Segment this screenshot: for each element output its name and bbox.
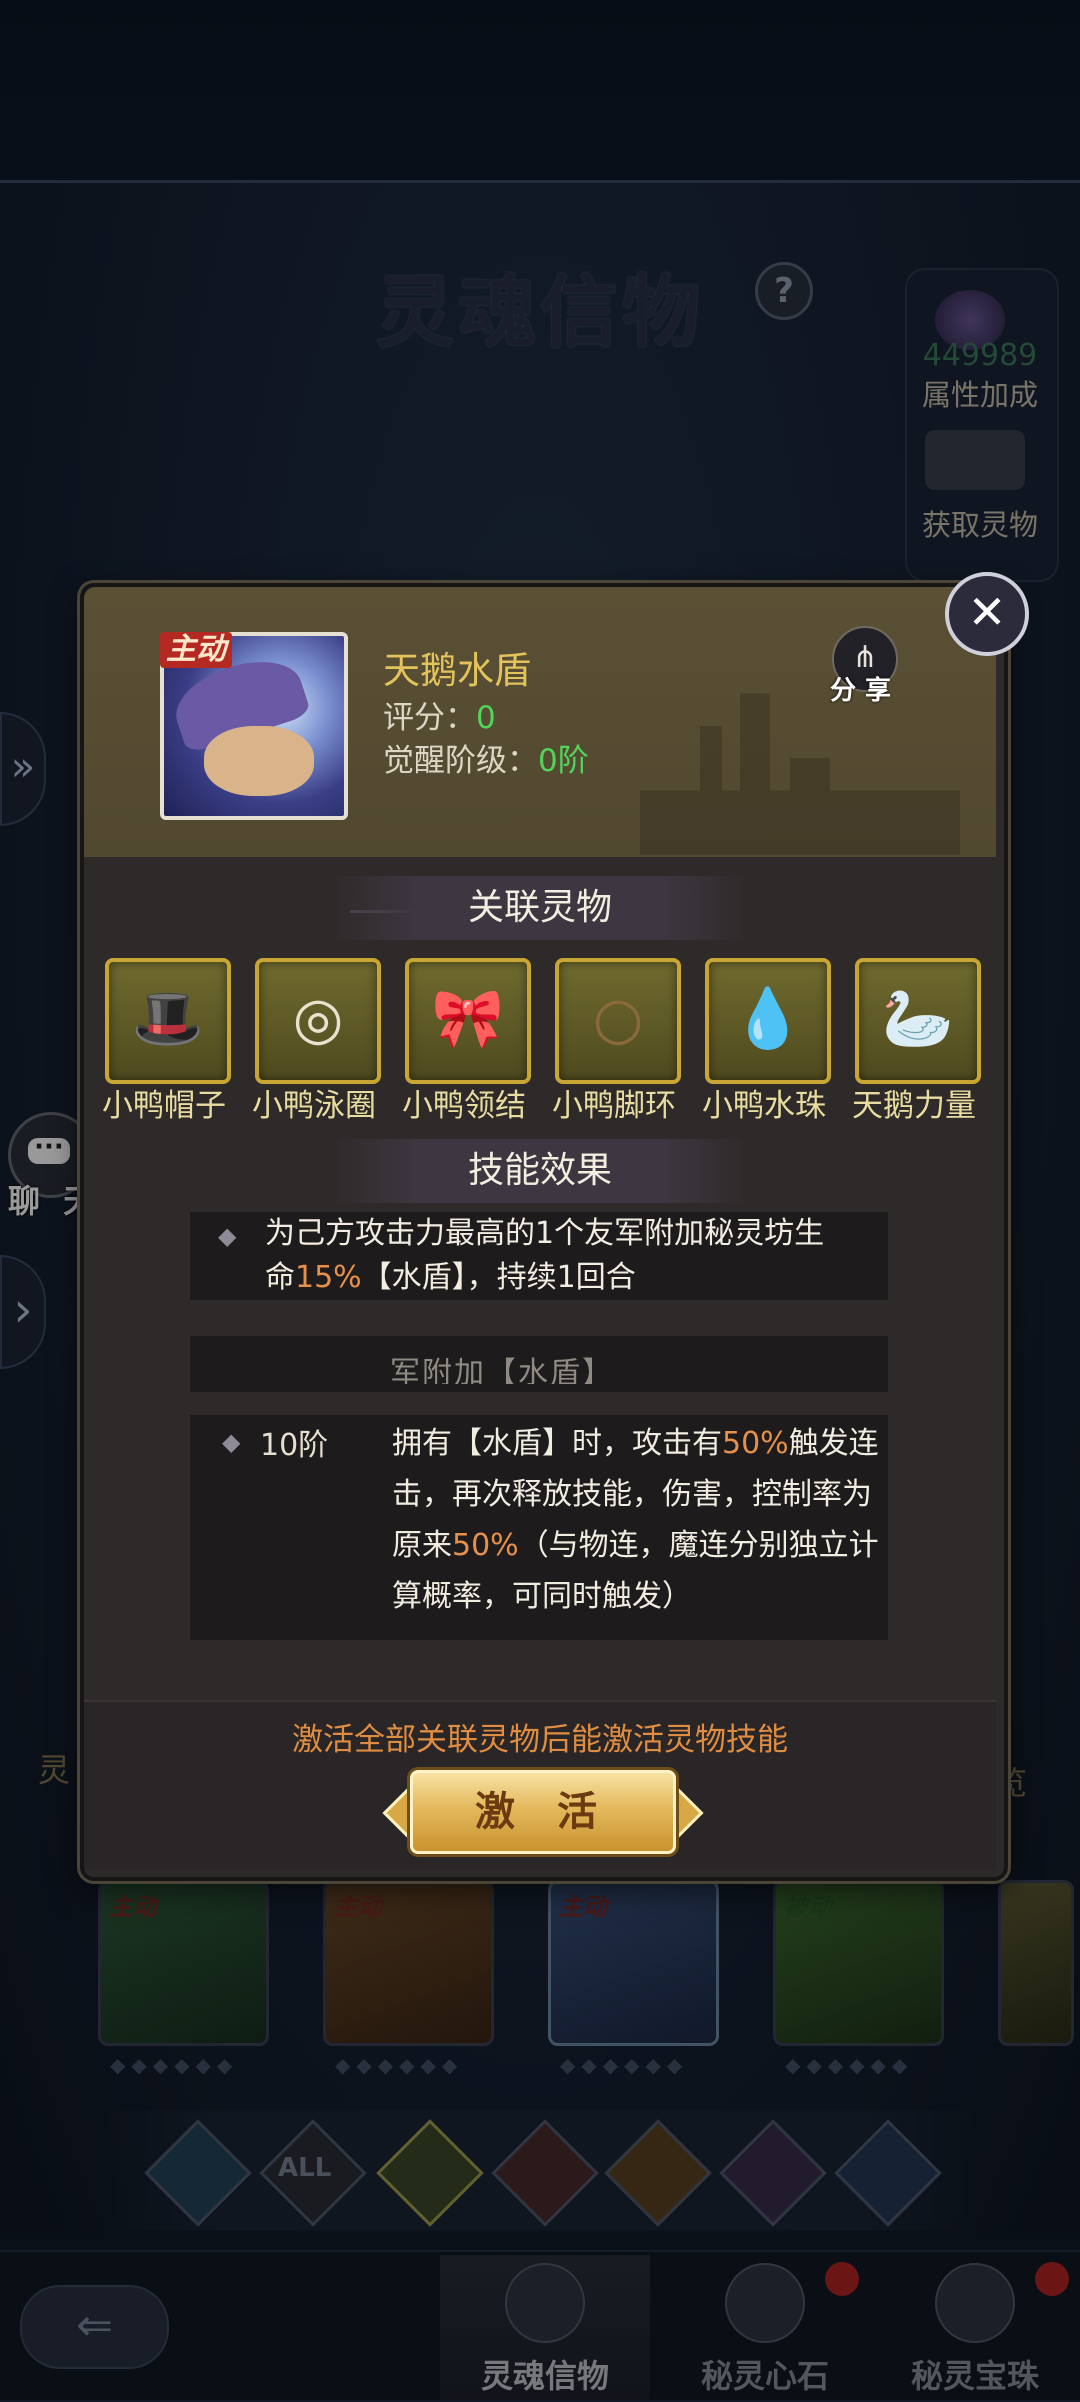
related-item-label: 小鸭水珠 [702, 1088, 826, 1124]
awaken-value: 0阶 [538, 743, 589, 779]
score-value: 0 [476, 700, 496, 736]
level-effect-text: 拥有【水盾】时，攻击有50%触发连击，再次释放技能，伤害，控制率为原来50%（与… [392, 1426, 879, 1614]
related-item-label: 小鸭泳圈 [252, 1088, 376, 1124]
level-tag: 10阶 [260, 1428, 329, 1463]
related-items-title: 关联灵物 [335, 876, 745, 940]
portrait-figure [204, 726, 314, 796]
awaken-row: 觉醒阶级：0阶 [383, 735, 589, 780]
awaken-label: 觉醒阶级： [383, 743, 538, 779]
swan-icon[interactable]: 🦢 [855, 958, 981, 1084]
related-item-label: 小鸭脚环 [552, 1088, 676, 1124]
skill-effect-title: 技能效果 [335, 1139, 745, 1203]
bow-tie-icon[interactable]: 🎀 [405, 958, 531, 1084]
share-label[interactable]: 分 享 [830, 670, 891, 707]
skill-main-text: 为己方攻击力最高的1个友军附加秘灵坊生 命15%【水盾】，持续1回合 [265, 1216, 825, 1295]
item-name: 天鹅水盾 [383, 649, 531, 692]
castle-decoration [640, 640, 960, 855]
score-row: 评分：0 [383, 692, 496, 737]
activate-button[interactable]: 激 活 [410, 1770, 676, 1854]
hat-icon[interactable]: 🎩 [105, 958, 231, 1084]
related-item-label: 小鸭帽子 [102, 1088, 226, 1124]
activation-hint: 激活全部关联灵物后能激活灵物技能 [292, 1722, 788, 1758]
close-icon[interactable]: ✕ [945, 572, 1029, 656]
diamond-bullet-icon: ◆ [218, 1222, 237, 1250]
water-drop-icon[interactable]: 💧 [705, 958, 831, 1084]
related-item-label: 天鹅力量 [852, 1088, 976, 1124]
diamond-bullet-icon: ◆ [222, 1428, 241, 1456]
swim-ring-icon[interactable]: ◎ [255, 958, 381, 1084]
active-skill-badge: 主动 [160, 632, 232, 668]
ankle-ring-icon[interactable]: ○ [555, 958, 681, 1084]
related-item-label: 小鸭领结 [402, 1088, 526, 1124]
score-label: 评分： [383, 700, 476, 736]
cut-off-text: 军附加【水盾】 [390, 1356, 614, 1384]
